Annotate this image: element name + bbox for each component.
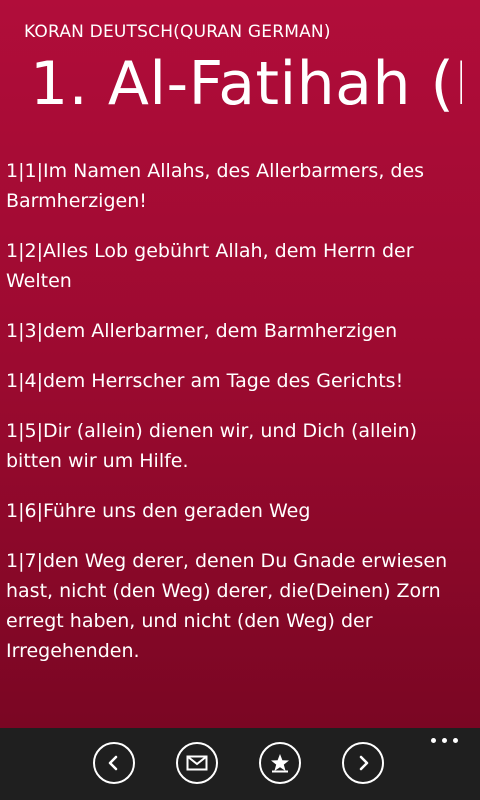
more-icon xyxy=(431,738,436,743)
app-title: KORAN DEUTSCH(QURAN GERMAN) xyxy=(24,22,331,42)
more-icon xyxy=(442,738,447,743)
verse-item[interactable]: 1|7|den Weg derer, denen Du Gnade erwies… xyxy=(6,546,476,666)
verse-item[interactable]: 1|3|dem Allerbarmer, dem Barmherzigen xyxy=(6,316,476,346)
chevron-right-icon xyxy=(359,755,369,771)
add-favorite-button[interactable] xyxy=(259,742,301,784)
verse-item[interactable]: 1|1|Im Namen Allahs, des Allerbarmers, d… xyxy=(6,156,476,216)
next-button[interactable] xyxy=(342,742,384,784)
chevron-left-icon xyxy=(108,755,118,771)
verse-item[interactable]: 1|5|Dir (allein) dienen wir, und Dich (a… xyxy=(6,416,476,476)
page-title-container: 1. Al-Fatihah (E xyxy=(0,44,462,128)
verse-item[interactable]: 1|6|Führe uns den geraden Weg xyxy=(6,496,476,526)
more-options-button[interactable] xyxy=(430,736,460,746)
previous-button[interactable] xyxy=(93,742,135,784)
page-title: 1. Al-Fatihah (E xyxy=(30,49,462,119)
favorite-star-icon xyxy=(271,754,289,773)
verse-item[interactable]: 1|2|Alles Lob gebührt Allah, dem Herrn d… xyxy=(6,236,476,296)
more-icon xyxy=(453,738,458,743)
verse-item[interactable]: 1|4|dem Herrscher am Tage des Gerichts! xyxy=(6,366,476,396)
application-bar xyxy=(0,728,480,800)
reading-screen: KORAN DEUTSCH(QURAN GERMAN) 1. Al-Fatiha… xyxy=(0,0,480,728)
share-email-button[interactable] xyxy=(176,742,218,784)
mail-icon xyxy=(186,755,208,771)
verse-list[interactable]: 1|1|Im Namen Allahs, des Allerbarmers, d… xyxy=(6,156,476,686)
